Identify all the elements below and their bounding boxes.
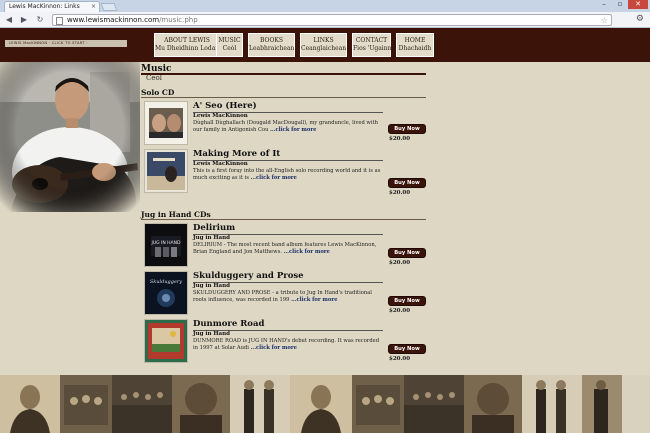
- nav-label: HOME: [404, 37, 426, 44]
- reload-icon[interactable]: ↻: [34, 14, 46, 26]
- album-title[interactable]: Delirium: [193, 223, 235, 233]
- album-price: $20.00: [389, 260, 411, 266]
- nav-links[interactable]: LINKS Ceanglaichean: [300, 33, 347, 57]
- minimize-icon[interactable]: –: [596, 0, 612, 9]
- page-icon: [56, 17, 63, 25]
- cover-band-name: JUG IN HAND: [151, 240, 181, 246]
- section-divider: [141, 97, 426, 98]
- album-cover[interactable]: [144, 101, 188, 145]
- cover-title: Skulduggery: [150, 279, 182, 285]
- nav-label-gaelic: Mu Dheidhinn Lodaidh: [155, 45, 225, 52]
- album-item: JUG IN HAND Delirium Jug in Hand DELIRIU…: [144, 223, 426, 269]
- nav-label-gaelic: Dhachaidh: [398, 45, 432, 52]
- buy-now-button[interactable]: Buy Now: [388, 248, 426, 258]
- heritage-photo-strip: [0, 375, 650, 433]
- heritage-photo: [290, 375, 352, 433]
- nav-label-gaelic: Ceanglaichean: [301, 45, 347, 52]
- click-for-more-link[interactable]: ...click for more: [284, 249, 330, 255]
- nav-home[interactable]: HOME Dhachaidh: [396, 33, 434, 57]
- heritage-photo: [582, 375, 622, 433]
- heritage-photo: [172, 375, 230, 433]
- page-subtitle: Ceòl: [146, 74, 162, 82]
- album-item: A' Seo (Here) Lewis MacKinnon Dùghall Dù…: [144, 101, 426, 147]
- album-title[interactable]: Skulduggery and Prose: [193, 271, 304, 281]
- nav-about[interactable]: ABOUT LEWIS Mu Dheidhinn Lodaidh: [154, 33, 225, 57]
- nav-label-gaelic: Ceòl: [222, 45, 237, 52]
- nav-label: CONTACT: [355, 37, 388, 44]
- url-path: /music.php: [159, 16, 198, 24]
- album-price: $20.00: [389, 308, 411, 314]
- tab-close-icon[interactable]: ×: [91, 3, 96, 10]
- album-description: DUNMORE ROAD is JUG IN HAND's debut reco…: [193, 338, 380, 351]
- heritage-photo: [522, 375, 582, 433]
- album-title[interactable]: Dunmore Road: [193, 319, 264, 329]
- nav-label: ABOUT LEWIS: [164, 37, 210, 44]
- nav-label: MUSIC: [218, 37, 241, 44]
- buy-now-button[interactable]: Buy Now: [388, 344, 426, 354]
- album-cover[interactable]: Skulduggery: [144, 271, 188, 315]
- tab-title: Lewis MacKinnon: Links: [9, 3, 80, 10]
- address-bar[interactable]: www.lewismackinnon.com/music.php ☆: [52, 14, 612, 26]
- album-title[interactable]: Making More of It: [193, 149, 280, 159]
- buy-now-button[interactable]: Buy Now: [388, 124, 426, 134]
- album-item: Dunmore Road Jug in Hand DUNMORE ROAD is…: [144, 319, 426, 365]
- heritage-photo: [404, 375, 464, 433]
- browser-tab[interactable]: Lewis MacKinnon: Links ×: [4, 1, 100, 12]
- album-price: $20.00: [389, 136, 411, 142]
- album-item: Skulduggery Skulduggery and Prose Jug in…: [144, 271, 426, 317]
- wrench-icon[interactable]: ⚙: [636, 14, 644, 24]
- album-artist: Lewis MacKinnon: [193, 113, 248, 119]
- album-description: Dùghall Dùghallach (Dougald MacDougall),…: [193, 120, 378, 133]
- heritage-photo: [464, 375, 522, 433]
- heritage-photo: [352, 375, 404, 433]
- back-icon[interactable]: ◀: [3, 14, 15, 26]
- solo-section-heading: Solo CD: [141, 88, 175, 97]
- buy-now-button[interactable]: Buy Now: [388, 178, 426, 188]
- album-description: SKULDUGGERY AND PROSE - a tribute to Jug…: [193, 290, 372, 303]
- browser-tab-strip: Lewis MacKinnon: Links × – ▫ ✕: [0, 0, 650, 12]
- maximize-icon[interactable]: ▫: [612, 0, 628, 9]
- album-description: This is a first foray into the all-Engli…: [193, 168, 381, 181]
- album-cover[interactable]: [144, 149, 188, 193]
- album-price: $20.00: [389, 356, 411, 362]
- site-logo[interactable]: LEWIS MacKINNON · CLICK TO START ·: [5, 40, 127, 47]
- album-description: DELIRIUM - The most recent band album fe…: [193, 242, 377, 255]
- album-price: $20.00: [389, 190, 411, 196]
- nav-label: BOOKS: [260, 37, 283, 44]
- artist-photo: [0, 62, 140, 212]
- album-artist: Jug in Hand: [193, 283, 230, 289]
- album-cover[interactable]: JUG IN HAND: [144, 223, 188, 267]
- nav-contact[interactable]: CONTACT Fios 'Ugainn: [352, 33, 391, 57]
- album-cover[interactable]: [144, 319, 188, 363]
- browser-toolbar: ◀ ▶ ↻ www.lewismackinnon.com/music.php ☆…: [0, 12, 650, 28]
- album-artist: Lewis MacKinnon: [193, 161, 248, 167]
- album-artist: Jug in Hand: [193, 331, 230, 337]
- title-divider: [141, 73, 426, 75]
- buy-now-button[interactable]: Buy Now: [388, 296, 426, 306]
- click-for-more-link[interactable]: ...click for more: [291, 297, 337, 303]
- forward-icon[interactable]: ▶: [18, 14, 30, 26]
- heritage-photo: [112, 375, 172, 433]
- nav-books[interactable]: BOOKS Leabhraichean: [248, 33, 295, 57]
- click-for-more-link[interactable]: ...click for more: [251, 345, 297, 351]
- nav-music[interactable]: MUSIC Ceòl: [216, 33, 243, 57]
- nav-label-gaelic: Fios 'Ugainn: [353, 45, 392, 52]
- window-close-icon[interactable]: ✕: [628, 0, 648, 9]
- url-domain: www.lewismackinnon.com: [67, 16, 160, 24]
- album-item: Making More of It Lewis MacKinnon This i…: [144, 149, 426, 196]
- heritage-photo: [60, 375, 112, 433]
- album-artist: Jug in Hand: [193, 235, 230, 241]
- heritage-photo: [0, 375, 60, 433]
- jug-section-heading: Jug in Hand CDs: [141, 210, 211, 219]
- album-title[interactable]: A' Seo (Here): [193, 101, 257, 111]
- click-for-more-link[interactable]: ...click for more: [270, 127, 316, 133]
- bookmark-star-icon[interactable]: ☆: [601, 15, 608, 26]
- heritage-photo: [230, 375, 290, 433]
- nav-label: LINKS: [313, 37, 334, 44]
- site-header: LEWIS MacKINNON · CLICK TO START · ABOUT…: [0, 28, 650, 62]
- nav-label-gaelic: Leabhraichean: [249, 45, 295, 52]
- new-tab-button[interactable]: [100, 3, 118, 11]
- section-divider: [141, 219, 426, 220]
- click-for-more-link[interactable]: ...click for more: [251, 175, 297, 181]
